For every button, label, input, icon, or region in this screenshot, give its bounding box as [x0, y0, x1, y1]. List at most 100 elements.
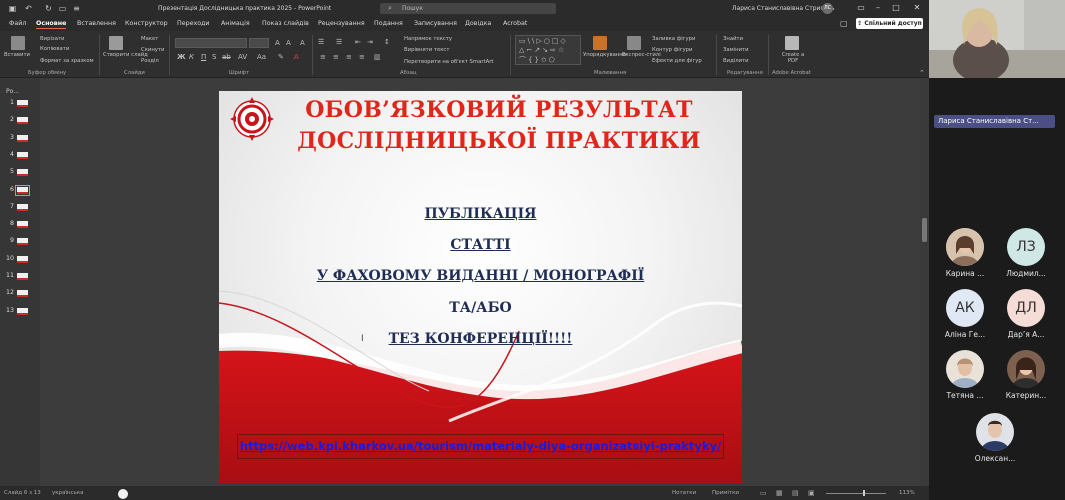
participant-tile[interactable]: Карина ...	[935, 228, 995, 278]
vertical-scrollbar[interactable]	[920, 78, 929, 486]
create-pdf-icon[interactable]	[785, 36, 799, 50]
zoom-slider[interactable]	[826, 493, 886, 494]
participant-tile[interactable]: Тетяна ...	[935, 350, 995, 400]
slide-line-4[interactable]: ТА/АБО	[259, 300, 702, 316]
slide-thumbnail[interactable]	[17, 134, 28, 142]
customize-qat-icon[interactable]: ≡	[72, 4, 81, 13]
decrease-font-icon[interactable]: A	[286, 39, 291, 47]
shape-outline-button[interactable]: Контур фігури	[652, 47, 692, 53]
font-size-select[interactable]	[249, 38, 269, 48]
tab-view[interactable]: Подання	[374, 20, 403, 27]
slide[interactable]: ОБОВ’ЯЗКОВИЙ РЕЗУЛЬТАТ ДОСЛІДНИЦЬКОЇ ПРА…	[219, 91, 742, 483]
present-icon[interactable]: ▭	[58, 4, 67, 13]
clear-format-icon[interactable]: A	[300, 39, 305, 47]
section-button[interactable]: Розділ	[141, 58, 159, 64]
slide-thumbnail[interactable]	[17, 273, 28, 280]
strikethrough-icon[interactable]: ab	[222, 53, 231, 61]
arrange-icon[interactable]	[593, 36, 607, 50]
text-direction-button[interactable]: Напрямок тексту	[404, 36, 452, 42]
comments-button[interactable]: Примітки	[712, 490, 739, 496]
cut-button[interactable]: Вирізати	[40, 36, 65, 42]
slide-thumbnail[interactable]	[17, 151, 28, 159]
zoom-slider-thumb[interactable]	[863, 490, 865, 496]
account-name[interactable]: Лариса Станиславівна Стригуль	[732, 5, 835, 12]
slide-line-2[interactable]: СТАТТІ	[259, 237, 702, 253]
close-icon[interactable]: ✕	[911, 2, 923, 14]
normal-view-icon[interactable]: ▭	[760, 489, 767, 497]
slide-thumbnail[interactable]	[17, 290, 28, 298]
slide-title[interactable]: ОБОВ’ЯЗКОВИЙ РЕЗУЛЬТАТ ДОСЛІДНИЦЬКОЇ ПРА…	[279, 95, 719, 157]
presenter-video[interactable]	[929, 0, 1065, 82]
scrollbar-thumb[interactable]	[922, 218, 927, 242]
search-input[interactable]: ⌕ Пошук	[380, 3, 556, 14]
align-text-button[interactable]: Вирівняти текст	[404, 47, 449, 53]
notes-button[interactable]: Нотатки	[672, 490, 696, 496]
decrease-indent-icon[interactable]: ⇤	[355, 38, 361, 46]
ribbon-options-icon[interactable]: ▭	[855, 2, 867, 14]
shape-effects-button[interactable]: Ефекти для фігур	[652, 58, 702, 64]
spacing-icon[interactable]: AV	[238, 53, 247, 61]
participant-tile[interactable]: АК Аліна Ге...	[935, 289, 995, 339]
maximize-icon[interactable]: □	[890, 2, 902, 14]
shape-fill-button[interactable]: Заливка фігури	[652, 36, 695, 42]
align-right-icon[interactable]: ≡	[346, 53, 352, 61]
slide-thumbnail[interactable]	[17, 203, 28, 211]
italic-icon[interactable]: К	[189, 53, 194, 61]
create-pdf-button[interactable]: Create a PDF	[780, 52, 806, 64]
thumbnails-header[interactable]: Ро...	[6, 88, 19, 95]
tab-transitions[interactable]: Переходи	[177, 20, 210, 27]
minimize-icon[interactable]: –	[872, 2, 884, 14]
shadow-icon[interactable]: S	[212, 53, 216, 61]
convert-smartart-button[interactable]: Перетворити на об'єкт SmartArt	[404, 59, 493, 65]
sorter-view-icon[interactable]: ▦	[776, 489, 783, 497]
font-color-icon[interactable]: A	[294, 53, 299, 61]
bullets-icon[interactable]: ☰	[318, 38, 324, 46]
increase-indent-icon[interactable]: ⇥	[367, 38, 373, 46]
reading-view-icon[interactable]: ▤	[792, 489, 799, 497]
case-icon[interactable]: Aa	[257, 53, 266, 61]
collapse-ribbon-icon[interactable]: ⌃	[919, 69, 925, 77]
increase-font-icon[interactable]: A	[275, 39, 280, 47]
redo-icon[interactable]: ↻	[44, 4, 53, 13]
underline-icon[interactable]: П	[201, 53, 206, 61]
tab-review[interactable]: Рецензування	[318, 20, 365, 27]
layout-button[interactable]: Макет	[141, 36, 158, 42]
share-button[interactable]: ⇪ Спільний доступ	[856, 18, 923, 29]
slide-thumbnail[interactable]	[17, 117, 28, 125]
replace-button[interactable]: Замінити	[723, 47, 749, 53]
participant-tile[interactable]: Олексан...	[965, 413, 1025, 463]
tab-slideshow[interactable]: Показ слайдів	[262, 20, 309, 27]
slideshow-view-icon[interactable]: ▣	[808, 489, 815, 497]
slide-line-1[interactable]: ПУБЛІКАЦІЯ	[259, 206, 702, 222]
tab-file[interactable]: Файл	[9, 20, 26, 27]
undo-icon[interactable]: ↶	[24, 4, 33, 13]
paste-button[interactable]: Вставити	[4, 52, 30, 58]
copy-button[interactable]: Копіювати	[40, 46, 69, 52]
tab-help[interactable]: Довідка	[465, 20, 491, 27]
align-center-icon[interactable]: ≡	[333, 53, 339, 61]
new-slide-icon[interactable]	[109, 36, 123, 50]
slide-thumbnail[interactable]	[17, 169, 28, 177]
find-button[interactable]: Знайти	[723, 36, 743, 42]
bold-icon[interactable]: Ж	[177, 53, 186, 61]
participant-tile[interactable]: ДЛ Дар’я А...	[996, 289, 1056, 339]
line-spacing-icon[interactable]: ↕	[384, 38, 390, 46]
shapes-gallery[interactable]: ▭\\▷○□◇ △⌐↗↘⇨☆ ⌒{}✩⬠	[515, 35, 581, 65]
tab-acrobat[interactable]: Acrobat	[503, 20, 527, 27]
slide-hyperlink[interactable]: https://web.kpi.kharkov.ua/tourism/mater…	[238, 439, 723, 453]
quick-styles-icon[interactable]	[627, 36, 641, 50]
slide-thumbnail[interactable]	[17, 307, 28, 315]
reset-button[interactable]: Скинути	[141, 47, 164, 53]
tab-recording[interactable]: Записування	[414, 20, 457, 27]
slide-line-3[interactable]: У ФАХОВОМУ ВИДАННІ / МОНОГРАФІЇ	[259, 268, 702, 284]
save-icon[interactable]: ▣	[8, 4, 17, 13]
highlight-icon[interactable]: ✎	[278, 53, 284, 61]
tab-animations[interactable]: Анімація	[221, 20, 250, 27]
align-left-icon[interactable]: ≡	[320, 53, 326, 61]
slide-thumbnail[interactable]	[17, 255, 28, 263]
slide-thumbnail[interactable]	[17, 238, 28, 246]
tab-design[interactable]: Конструктор	[125, 20, 168, 27]
avatar[interactable]: ЛС	[822, 3, 833, 14]
paste-icon[interactable]	[11, 36, 25, 50]
slide-line-5[interactable]: ТЕЗ КОНФЕРЕНЦІЇ!!!!	[259, 331, 702, 347]
